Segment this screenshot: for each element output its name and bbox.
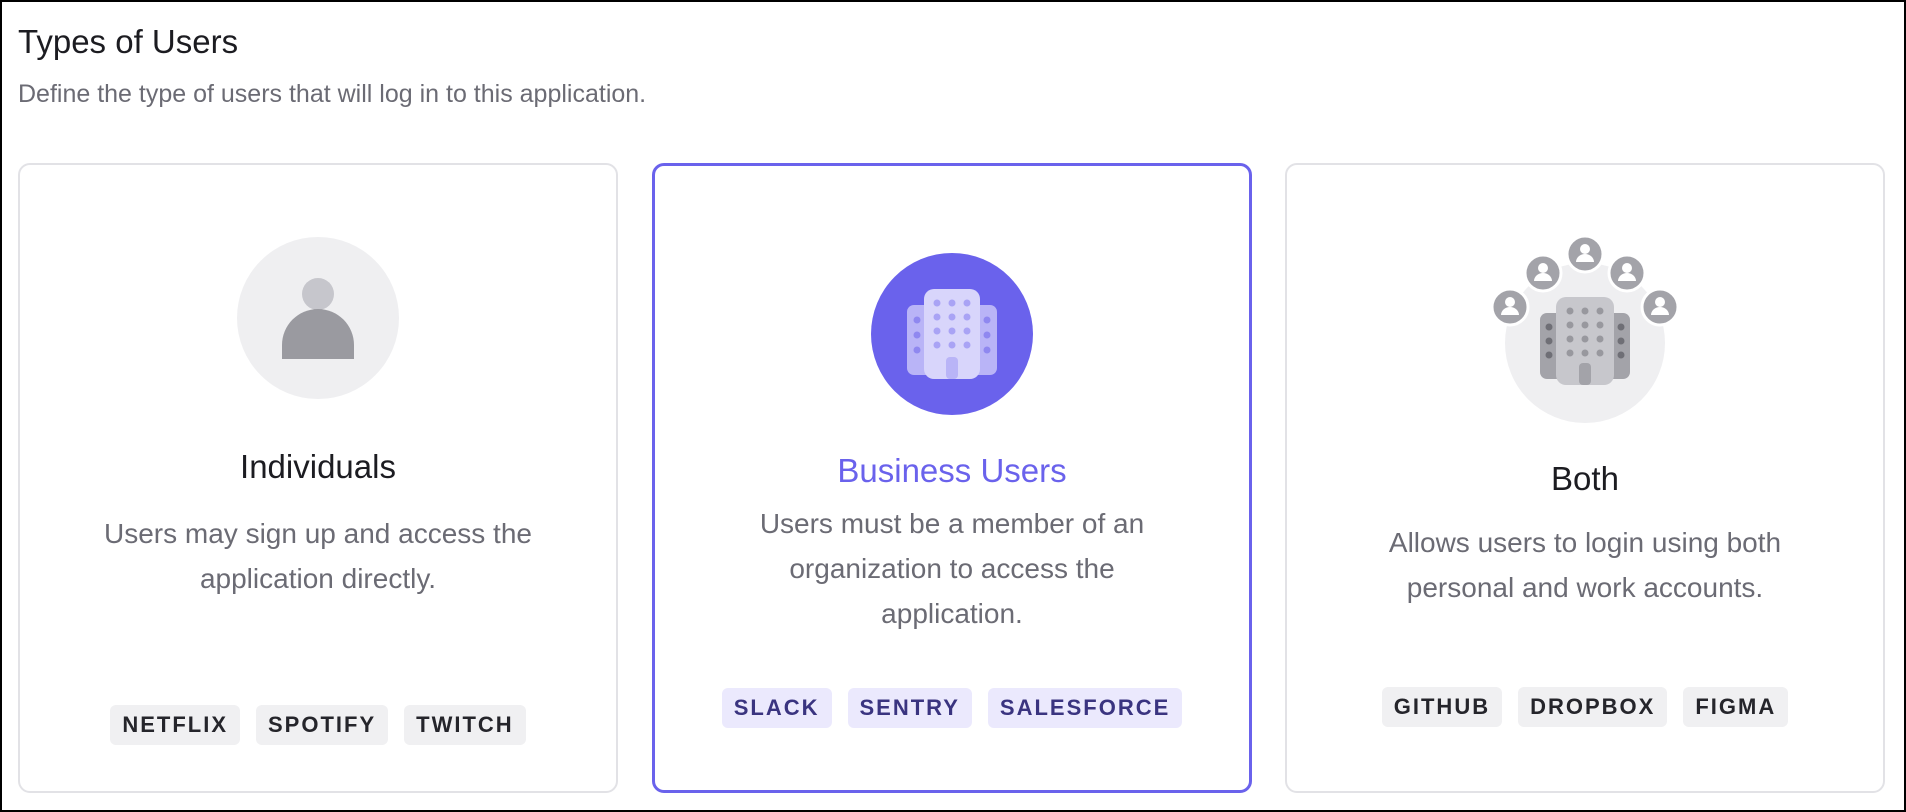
user-type-card-business-users[interactable]: Business Users Users must be a member of… (652, 163, 1252, 793)
building-with-people-icon (1490, 234, 1680, 423)
example-badges: NETFLIX SPOTIFY TWITCH (20, 705, 616, 745)
person-icon (237, 237, 399, 399)
types-of-users-panel: Types of Users Define the type of users … (0, 0, 1906, 812)
page-subtitle: Define the type of users that will log i… (18, 80, 647, 108)
badge-dropbox: DROPBOX (1518, 687, 1668, 727)
badge-salesforce: SALESFORCE (987, 688, 1183, 728)
user-type-card-individuals[interactable]: Individuals Users may sign up and access… (18, 163, 618, 793)
badge-twitch: TWITCH (404, 705, 526, 745)
card-description: Users may sign up and access the applica… (104, 518, 532, 594)
example-badges: GITHUB DROPBOX FIGMA (1287, 687, 1883, 727)
badge-spotify: SPOTIFY (256, 705, 389, 745)
user-type-card-both[interactable]: Both Allows users to login using both pe… (1285, 163, 1885, 793)
badge-slack: SLACK (721, 688, 832, 728)
card-title: Both (1551, 460, 1619, 497)
building-icon (871, 253, 1033, 415)
card-description: Allows users to login using both persona… (1388, 527, 1782, 603)
badge-netflix: NETFLIX (110, 705, 240, 745)
example-badges: SLACK SENTRY SALESFORCE (655, 688, 1249, 728)
page-title: Types of Users (18, 23, 239, 60)
badge-figma: FIGMA (1683, 687, 1789, 727)
card-title: Individuals (240, 448, 396, 485)
badge-github: GITHUB (1381, 687, 1503, 727)
card-title: Business Users (837, 452, 1067, 489)
badge-sentry: SENTRY (847, 688, 972, 728)
card-description: Users must be a member of an organizatio… (759, 508, 1145, 629)
